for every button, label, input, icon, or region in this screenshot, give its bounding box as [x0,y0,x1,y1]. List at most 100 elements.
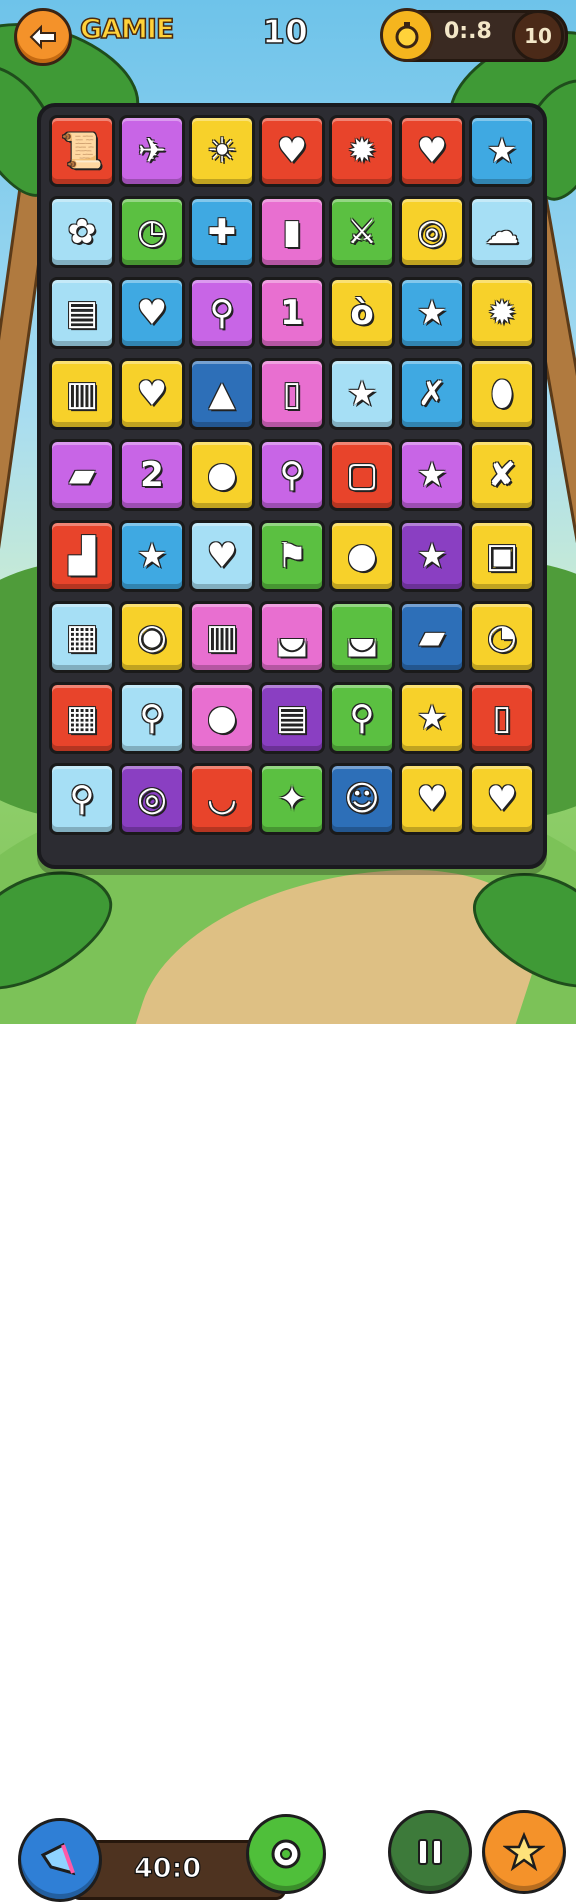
magnifier-icon: ⚲ [279,455,305,495]
tile-pot[interactable]: ◛ [259,601,325,673]
tile-heart[interactable]: ♥ [119,277,185,349]
star-button[interactable] [482,1810,566,1894]
tile-notepad[interactable]: ▤ [259,682,325,754]
tile-lemon[interactable]: ⬮ [469,358,535,430]
tile-star[interactable]: ★ [119,520,185,592]
tile-jar[interactable]: ▢ [329,439,395,511]
paper-plane-icon: ✈ [137,131,167,171]
dagger-icon: ✗ [417,374,447,414]
lemon-icon: ⬮ [491,374,513,414]
star-icon: ★ [416,698,448,738]
gear-icon: ✹ [487,293,517,333]
pause-button[interactable] [388,1810,472,1894]
tile-donut[interactable]: ◉ [119,601,185,673]
settings-button[interactable] [246,1814,326,1894]
heart-icon: ♥ [276,131,308,171]
heart-icon: ♥ [416,131,448,171]
tile-gear[interactable]: ✹ [469,277,535,349]
tile-warning-triangle[interactable]: ▲ [189,358,255,430]
tile-sun[interactable]: ☀ [189,115,255,187]
tile-star[interactable]: ★ [399,682,465,754]
tile-bomb[interactable]: ● [189,682,255,754]
tile-cheese-block[interactable]: ▰ [49,439,115,511]
tile-smiley-orange[interactable]: ☺ [329,763,395,835]
tile-ring[interactable]: ◎ [119,763,185,835]
tile-honey-jar[interactable]: ▦ [49,601,115,673]
tile-battery[interactable]: ▰ [399,601,465,673]
tile-speech-bubble[interactable]: ☁ [469,196,535,268]
heart-icon: ♥ [206,536,238,576]
top-bar: GAMIE 10 0:.8 10 [0,0,576,70]
game-title: GAMIE [79,13,175,46]
tile-puzzle-piece[interactable]: ✚ [189,196,255,268]
tile-frying-pan[interactable]: ⚲ [49,763,115,835]
tile-star[interactable]: ★ [399,439,465,511]
tile-heart[interactable]: ♥ [189,520,255,592]
timer-button[interactable] [380,8,434,62]
tile-ball[interactable]: ● [329,520,395,592]
tile-bomb[interactable]: ò [329,277,395,349]
tile-coconut-cup[interactable]: ◡ [189,763,255,835]
tile-star[interactable]: ★ [329,358,395,430]
tile-pie-clock[interactable]: ◔ [469,601,535,673]
tile-heart[interactable]: ♥ [399,115,465,187]
tile-scroll[interactable]: 📜 [49,115,115,187]
cross-mark-icon: ✘ [487,455,517,495]
warning-triangle-icon: ▲ [208,374,236,414]
tile-honey-jar[interactable]: ▦ [49,682,115,754]
back-arrow-icon [29,24,56,50]
bottle-icon: ▮ [282,212,302,252]
trash-can-icon: ▤ [65,293,99,333]
tile-mug[interactable]: ▯ [469,682,535,754]
tile-cross-mark[interactable]: ✘ [469,439,535,511]
jar-icon: ▢ [345,455,379,495]
tile-lollipop[interactable]: ◎ [399,196,465,268]
megaphone-button[interactable] [18,1818,102,1902]
cup-icon: ▯ [282,374,302,414]
tile-heart[interactable]: ♥ [259,115,325,187]
tile-paper-plane[interactable]: ✈ [119,115,185,187]
tile-clock[interactable]: ◷ [119,196,185,268]
tile-star[interactable]: ★ [399,520,465,592]
tile-star[interactable]: ★ [469,115,535,187]
leaf-figure-icon: ✦ [277,779,307,819]
tile-magnifier[interactable]: ⚲ [329,682,395,754]
bread-icon: ▟ [68,536,96,576]
bottom-counter: 40:0 [133,1852,202,1884]
frying-pan-icon: ⚲ [69,779,95,819]
honey-jar-icon: ▦ [65,617,99,657]
tile-cup[interactable]: ▯ [259,358,325,430]
timer-value: 0:.8 [444,19,492,44]
tile-blob[interactable]: ✹ [329,115,395,187]
tile-star[interactable]: ★ [399,277,465,349]
tile-trash-can[interactable]: ▤ [49,277,115,349]
number-one-icon: 1 [280,293,304,333]
tile-racket[interactable]: ⚲ [119,682,185,754]
tile-trash-bin[interactable]: ▥ [189,601,255,673]
puzzle-piece-icon: ✚ [207,212,237,252]
tile-dagger[interactable]: ✗ [399,358,465,430]
tile-barrel[interactable]: ▥ [49,358,115,430]
orange-icon: ● [207,455,237,495]
tile-flag-pin[interactable]: ⚑ [259,520,325,592]
tile-leaf-figure[interactable]: ✦ [259,763,325,835]
tile-heart[interactable]: ♥ [469,763,535,835]
tile-gift-box[interactable]: ▣ [469,520,535,592]
tile-magic-wand[interactable]: ⚲ [189,277,255,349]
tile-bottle[interactable]: ▮ [259,196,325,268]
blob-icon: ✹ [347,131,377,171]
tile-magnifier[interactable]: ⚲ [259,439,325,511]
tile-heart[interactable]: ♥ [399,763,465,835]
tile-number-two[interactable]: 2 [119,439,185,511]
tile-flower[interactable]: ✿ [49,196,115,268]
tile-bread[interactable]: ▟ [49,520,115,592]
tile-orange[interactable]: ● [189,439,255,511]
flag-pin-icon: ⚑ [276,536,308,576]
tile-number-one[interactable]: 1 [259,277,325,349]
back-button[interactable] [14,8,72,66]
tile-sword[interactable]: ⚔ [329,196,395,268]
star-icon: ★ [486,131,518,171]
tile-heart[interactable]: ♥ [119,358,185,430]
bottom-bar: 40:0 [0,900,576,1902]
tile-cooking-pot[interactable]: ◛ [329,601,395,673]
